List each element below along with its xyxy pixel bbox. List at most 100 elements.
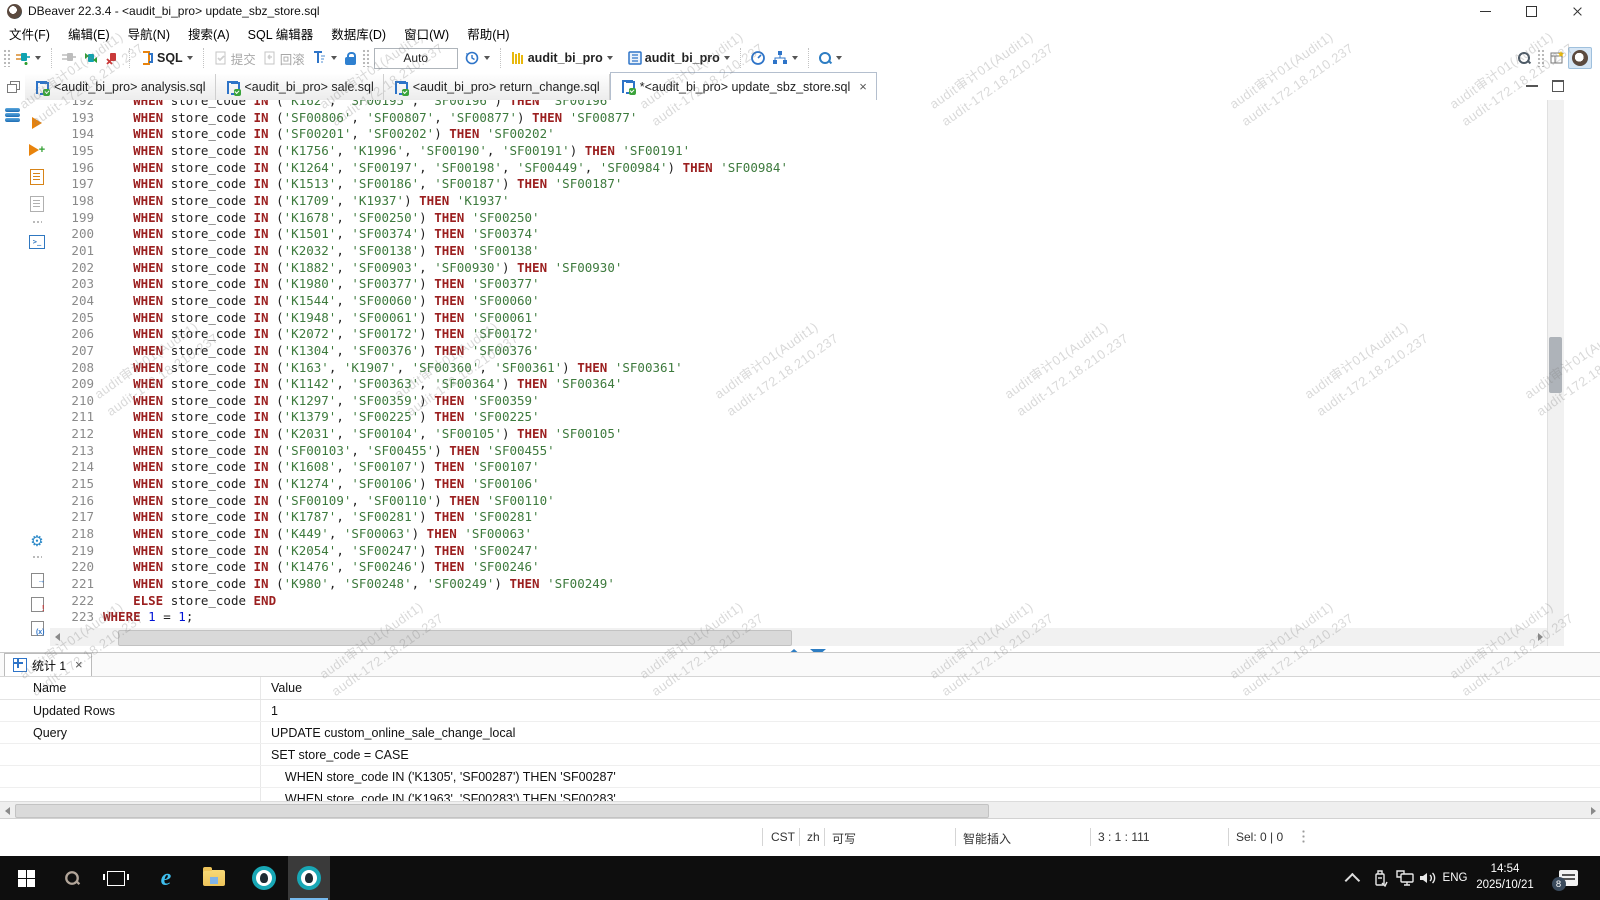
code-line-216[interactable]: 216 WHEN store_code IN ('SF00109', 'SF00… xyxy=(50,493,1547,510)
task-view-button[interactable] xyxy=(98,856,134,900)
rollback-button[interactable]: 回滚 xyxy=(259,47,308,70)
maximize-button[interactable] xyxy=(1508,0,1554,22)
line-number[interactable]: 194 xyxy=(50,126,94,143)
dbeaver-perspective-button[interactable] xyxy=(1568,47,1592,69)
code-viewport[interactable]: 192 WHEN store_code IN ('K162', 'SF00195… xyxy=(50,100,1547,628)
vertical-scrollbar[interactable] xyxy=(1547,100,1564,646)
line-number[interactable]: 206 xyxy=(50,326,94,343)
line-number[interactable]: 219 xyxy=(50,543,94,560)
search-button[interactable] xyxy=(815,49,847,67)
line-number[interactable]: 202 xyxy=(50,260,94,277)
code-line-214[interactable]: 214 WHEN store_code IN ('K1608', 'SF0010… xyxy=(50,459,1547,476)
menu-item[interactable]: 帮助(H) xyxy=(458,22,518,45)
scroll-left-arrow[interactable] xyxy=(0,802,14,820)
line-number[interactable]: 211 xyxy=(50,409,94,426)
line-number[interactable]: 192 xyxy=(50,100,94,110)
tab-close-icon[interactable]: × xyxy=(859,80,867,93)
taskbar-dbeaver-button[interactable] xyxy=(246,856,282,900)
database-select[interactable]: audit_bi_pro xyxy=(507,48,618,68)
horizontal-scrollbar[interactable] xyxy=(50,628,1547,646)
code-line-205[interactable]: 205 WHEN store_code IN ('K1948', 'SF0006… xyxy=(50,310,1547,327)
line-number[interactable]: 210 xyxy=(50,393,94,410)
open-perspective-button[interactable] xyxy=(1546,48,1568,68)
line-number[interactable]: 216 xyxy=(50,493,94,510)
notification-center-button[interactable]: 8 xyxy=(1551,856,1584,900)
status-more-icon[interactable] xyxy=(1302,829,1305,845)
line-number[interactable]: 214 xyxy=(50,459,94,476)
line-number[interactable]: 218 xyxy=(50,526,94,543)
transaction-history-button[interactable] xyxy=(461,48,495,68)
scrollbar-thumb[interactable] xyxy=(15,804,989,818)
line-number[interactable]: 204 xyxy=(50,293,94,310)
execute-statement-button[interactable] xyxy=(29,115,45,131)
tray-volume-button[interactable] xyxy=(1414,856,1442,900)
code-line-193[interactable]: 193 WHEN store_code IN ('SF00806', 'SF00… xyxy=(50,110,1547,127)
editor-tab[interactable]: *<audit_bi_pro> update_sbz_store.sql × xyxy=(609,72,877,100)
code-line-204[interactable]: 204 WHEN store_code IN ('K1544', 'SF0006… xyxy=(50,293,1547,310)
code-line-221[interactable]: 221 WHEN store_code IN ('K980', 'SF00248… xyxy=(50,576,1547,593)
column-header-value[interactable]: Value xyxy=(260,677,1600,699)
minimize-editor-button[interactable] xyxy=(1526,85,1538,87)
code-line-200[interactable]: 200 WHEN store_code IN ('K1501', 'SF0037… xyxy=(50,226,1547,243)
line-number[interactable]: 222 xyxy=(50,593,94,610)
tray-language-button[interactable]: ENG xyxy=(1440,856,1470,900)
open-sql-console-button[interactable]: >_ xyxy=(29,234,45,250)
code-line-192[interactable]: 192 WHEN store_code IN ('K162', 'SF00195… xyxy=(50,100,1547,110)
taskbar-clock[interactable]: 14:54 2025/10/21 xyxy=(1468,861,1542,893)
code-line-197[interactable]: 197 WHEN store_code IN ('K1513', 'SF0018… xyxy=(50,176,1547,193)
column-header-name[interactable]: Name xyxy=(0,681,260,695)
quick-search-button[interactable] xyxy=(1514,49,1534,67)
show-problems-button[interactable]: ! xyxy=(29,596,45,612)
line-number[interactable]: 198 xyxy=(50,193,94,210)
code-line-199[interactable]: 199 WHEN store_code IN ('K1678', 'SF0025… xyxy=(50,210,1547,227)
line-number[interactable]: 212 xyxy=(50,426,94,443)
line-number[interactable]: 197 xyxy=(50,176,94,193)
code-line-203[interactable]: 203 WHEN store_code IN ('K1980', 'SF0037… xyxy=(50,276,1547,293)
minimize-button[interactable] xyxy=(1462,0,1508,22)
maximize-editor-button[interactable] xyxy=(1552,80,1564,92)
stats-tab[interactable]: 统计 1 × xyxy=(4,653,92,676)
execution-plan-button[interactable] xyxy=(769,48,803,68)
tray-usb-button[interactable] xyxy=(1368,856,1392,900)
code-line-210[interactable]: 210 WHEN store_code IN ('K1297', 'SF0035… xyxy=(50,393,1547,410)
database-navigator-button[interactable] xyxy=(5,108,20,122)
dashboard-button[interactable] xyxy=(747,48,769,68)
taskbar-dbeaver-active-button[interactable] xyxy=(288,856,330,900)
taskbar-ie-button[interactable]: e xyxy=(148,856,184,900)
line-number[interactable]: 193 xyxy=(50,110,94,127)
scroll-left-arrow[interactable] xyxy=(50,628,64,646)
menu-item[interactable]: 导航(N) xyxy=(119,22,179,45)
menu-item[interactable]: 编辑(E) xyxy=(59,22,119,45)
editor-tab[interactable]: <audit_bi_pro> sale.sql xyxy=(215,74,384,100)
code-line-213[interactable]: 213 WHEN store_code IN ('SF00103', 'SF00… xyxy=(50,443,1547,460)
code-line-196[interactable]: 196 WHEN store_code IN ('K1264', 'SF0019… xyxy=(50,160,1547,177)
line-number[interactable]: 201 xyxy=(50,243,94,260)
line-number[interactable]: 205 xyxy=(50,310,94,327)
line-number[interactable]: 208 xyxy=(50,360,94,377)
code-line-220[interactable]: 220 WHEN store_code IN ('K1476', 'SF0024… xyxy=(50,559,1547,576)
export-result-button[interactable]: → xyxy=(29,572,46,588)
taskbar-explorer-button[interactable] xyxy=(196,856,232,900)
schema-select[interactable]: audit_bi_pro xyxy=(624,48,735,68)
stats-row[interactable]: Query UPDATE custom_online_sale_change_lo… xyxy=(0,722,1600,744)
menu-item[interactable]: 窗口(W) xyxy=(395,22,458,45)
disconnect-button[interactable] xyxy=(58,48,80,68)
code-line-211[interactable]: 211 WHEN store_code IN ('K1379', 'SF0022… xyxy=(50,409,1547,426)
code-line-207[interactable]: 207 WHEN store_code IN ('K1304', 'SF0037… xyxy=(50,343,1547,360)
line-number[interactable]: 220 xyxy=(50,559,94,576)
line-number[interactable]: 223 xyxy=(50,609,94,626)
scroll-right-arrow[interactable] xyxy=(1586,802,1600,820)
tab-close-icon[interactable]: × xyxy=(75,658,83,671)
show-output-button[interactable]: (x) xyxy=(29,620,45,636)
sql-editor-button[interactable]: SQL xyxy=(136,48,198,68)
code-line-222[interactable]: 222 ELSE store_code END xyxy=(50,593,1547,610)
code-line-202[interactable]: 202 WHEN store_code IN ('K1882', 'SF0090… xyxy=(50,260,1547,277)
execute-new-tab-button[interactable]: + xyxy=(28,142,45,158)
menu-item[interactable]: 文件(F) xyxy=(0,22,59,45)
kill-connection-button[interactable] xyxy=(102,48,124,68)
scrollbar-thumb[interactable] xyxy=(118,630,792,646)
editor-settings-button[interactable]: ⚙ xyxy=(29,533,45,549)
menu-item[interactable]: 搜索(A) xyxy=(179,22,239,45)
scrollbar-thumb[interactable] xyxy=(1549,337,1562,393)
close-button[interactable] xyxy=(1554,0,1600,22)
